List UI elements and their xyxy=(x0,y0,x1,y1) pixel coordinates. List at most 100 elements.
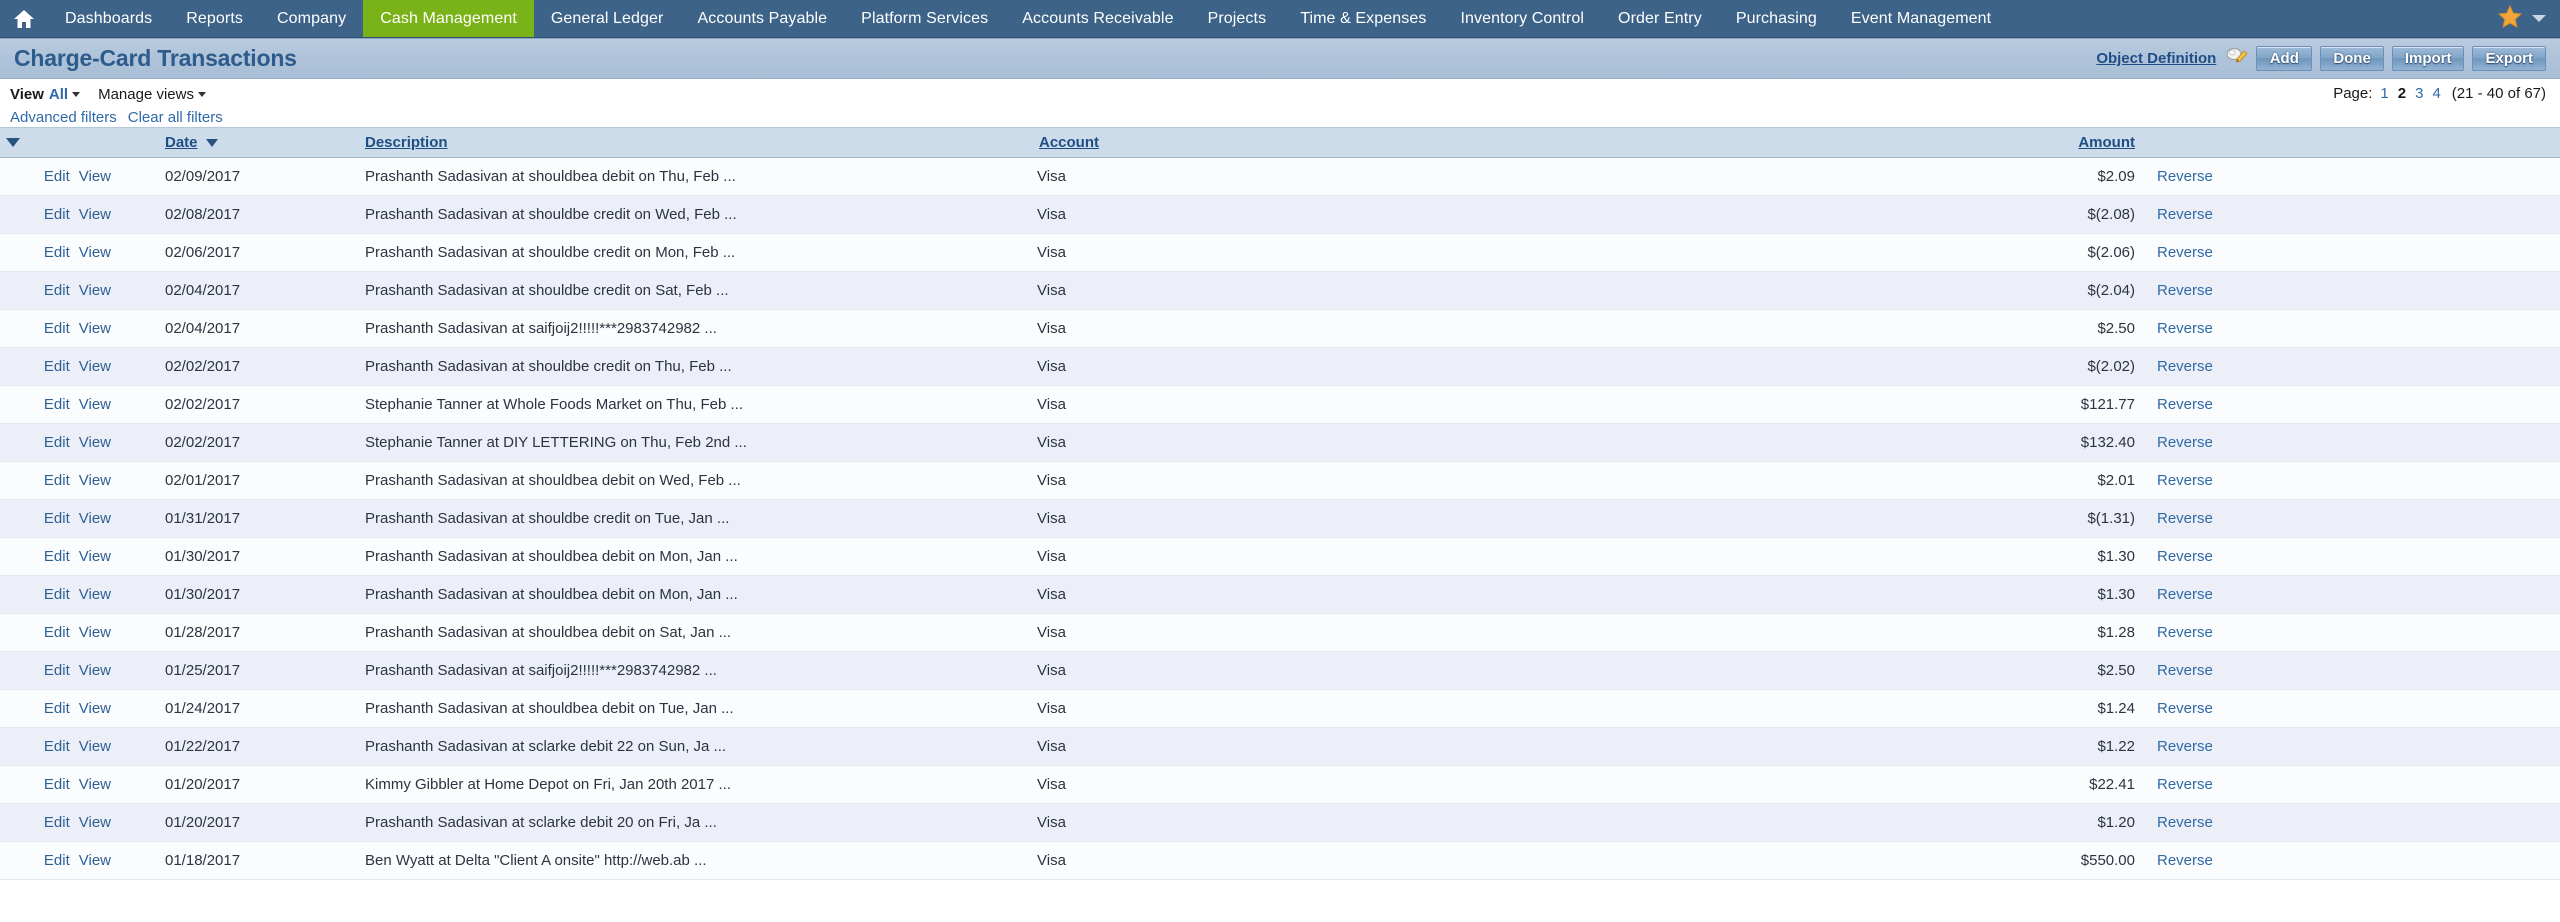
column-header-account-link[interactable]: Account xyxy=(1039,134,1099,151)
done-button[interactable]: Done xyxy=(2320,46,2384,71)
pagination-page-1[interactable]: 1 xyxy=(2380,85,2388,102)
edit-link[interactable]: Edit xyxy=(44,434,70,451)
view-link[interactable]: View xyxy=(79,206,111,223)
reverse-link[interactable]: Reverse xyxy=(2157,624,2213,641)
reverse-link[interactable]: Reverse xyxy=(2157,168,2213,185)
edit-link[interactable]: Edit xyxy=(44,662,70,679)
view-link[interactable]: View xyxy=(79,396,111,413)
edit-link[interactable]: Edit xyxy=(44,700,70,717)
view-link[interactable]: View xyxy=(79,624,111,641)
edit-link[interactable]: Edit xyxy=(44,852,70,869)
chevron-down-icon[interactable] xyxy=(2532,15,2546,22)
reverse-link[interactable]: Reverse xyxy=(2157,206,2213,223)
edit-link[interactable]: Edit xyxy=(44,320,70,337)
pagination-page-4[interactable]: 4 xyxy=(2432,85,2440,102)
nav-item-accounts-payable[interactable]: Accounts Payable xyxy=(680,0,844,37)
column-header-date-link[interactable]: Date xyxy=(165,134,198,151)
nav-item-platform-services[interactable]: Platform Services xyxy=(844,0,1005,37)
edit-link[interactable]: Edit xyxy=(44,282,70,299)
nav-item-company[interactable]: Company xyxy=(260,0,363,37)
edit-link[interactable]: Edit xyxy=(44,168,70,185)
view-link[interactable]: View xyxy=(79,776,111,793)
edit-link[interactable]: Edit xyxy=(44,814,70,831)
object-definition-link[interactable]: Object Definition xyxy=(2096,50,2216,67)
view-link[interactable]: View xyxy=(79,814,111,831)
caret-down-icon[interactable] xyxy=(72,92,80,97)
add-button[interactable]: Add xyxy=(2256,46,2312,71)
view-link[interactable]: View xyxy=(79,472,111,489)
edit-link[interactable]: Edit xyxy=(44,472,70,489)
edit-link[interactable]: Edit xyxy=(44,586,70,603)
reverse-cell: Reverse xyxy=(2135,234,2560,272)
caret-down-icon[interactable] xyxy=(206,139,218,147)
nav-item-projects[interactable]: Projects xyxy=(1191,0,1284,37)
pencil-edit-icon[interactable] xyxy=(2226,46,2248,71)
reverse-link[interactable]: Reverse xyxy=(2157,396,2213,413)
edit-link[interactable]: Edit xyxy=(44,510,70,527)
view-link[interactable]: View xyxy=(79,244,111,261)
home-button[interactable] xyxy=(0,0,48,37)
reverse-link[interactable]: Reverse xyxy=(2157,282,2213,299)
pagination-range: (21 - 40 of 67) xyxy=(2452,85,2546,102)
reverse-link[interactable]: Reverse xyxy=(2157,700,2213,717)
edit-link[interactable]: Edit xyxy=(44,396,70,413)
reverse-link[interactable]: Reverse xyxy=(2157,548,2213,565)
nav-item-purchasing[interactable]: Purchasing xyxy=(1719,0,1834,37)
edit-link[interactable]: Edit xyxy=(44,244,70,261)
nav-item-reports[interactable]: Reports xyxy=(169,0,260,37)
column-header-description-link[interactable]: Description xyxy=(365,134,448,151)
view-link[interactable]: View xyxy=(79,282,111,299)
view-link[interactable]: View xyxy=(79,320,111,337)
advanced-filters-link[interactable]: Advanced filters xyxy=(10,109,117,126)
reverse-link[interactable]: Reverse xyxy=(2157,358,2213,375)
view-link[interactable]: View xyxy=(79,168,111,185)
reverse-link[interactable]: Reverse xyxy=(2157,320,2213,337)
view-link[interactable]: View xyxy=(79,700,111,717)
reverse-link[interactable]: Reverse xyxy=(2157,586,2213,603)
edit-link[interactable]: Edit xyxy=(44,358,70,375)
reverse-link[interactable]: Reverse xyxy=(2157,738,2213,755)
nav-item-dashboards[interactable]: Dashboards xyxy=(48,0,169,37)
reverse-link[interactable]: Reverse xyxy=(2157,434,2213,451)
nav-item-accounts-receivable[interactable]: Accounts Receivable xyxy=(1005,0,1190,37)
nav-item-event-management[interactable]: Event Management xyxy=(1834,0,2008,37)
reverse-link[interactable]: Reverse xyxy=(2157,510,2213,527)
import-button[interactable]: Import xyxy=(2392,46,2465,71)
reverse-link[interactable]: Reverse xyxy=(2157,776,2213,793)
clear-all-filters-link[interactable]: Clear all filters xyxy=(128,109,223,126)
nav-item-time-expenses[interactable]: Time & Expenses xyxy=(1283,0,1443,37)
view-selector[interactable]: ViewAll xyxy=(10,86,80,104)
view-link[interactable]: View xyxy=(79,586,111,603)
caret-down-icon[interactable] xyxy=(6,138,20,147)
edit-link[interactable]: Edit xyxy=(44,548,70,565)
edit-link[interactable]: Edit xyxy=(44,738,70,755)
view-link[interactable]: View xyxy=(79,510,111,527)
view-link[interactable]: View xyxy=(79,852,111,869)
nav-item-cash-management[interactable]: Cash Management xyxy=(363,0,534,37)
edit-link[interactable]: Edit xyxy=(44,776,70,793)
nav-item-general-ledger[interactable]: General Ledger xyxy=(534,0,681,37)
nav-item-inventory-control[interactable]: Inventory Control xyxy=(1443,0,1601,37)
export-button[interactable]: Export xyxy=(2472,46,2546,71)
manage-views-menu[interactable]: Manage views xyxy=(98,86,206,104)
view-link[interactable]: View xyxy=(79,548,111,565)
view-selected-value[interactable]: All xyxy=(49,86,68,103)
column-header-amount-link[interactable]: Amount xyxy=(2078,134,2135,151)
nav-item-order-entry[interactable]: Order Entry xyxy=(1601,0,1719,37)
reverse-link[interactable]: Reverse xyxy=(2157,852,2213,869)
reverse-link[interactable]: Reverse xyxy=(2157,662,2213,679)
caret-down-icon[interactable] xyxy=(198,92,206,97)
reverse-link[interactable]: Reverse xyxy=(2157,244,2213,261)
view-link[interactable]: View xyxy=(79,662,111,679)
date-cell: 01/18/2017 xyxy=(165,842,365,880)
pagination-page-3[interactable]: 3 xyxy=(2415,85,2423,102)
view-link[interactable]: View xyxy=(79,434,111,451)
reverse-link[interactable]: Reverse xyxy=(2157,814,2213,831)
view-link[interactable]: View xyxy=(79,738,111,755)
edit-link[interactable]: Edit xyxy=(44,624,70,641)
reverse-link[interactable]: Reverse xyxy=(2157,472,2213,489)
view-link[interactable]: View xyxy=(79,358,111,375)
edit-link[interactable]: Edit xyxy=(44,206,70,223)
star-icon[interactable] xyxy=(2498,5,2522,33)
manage-views-label[interactable]: Manage views xyxy=(98,86,194,103)
